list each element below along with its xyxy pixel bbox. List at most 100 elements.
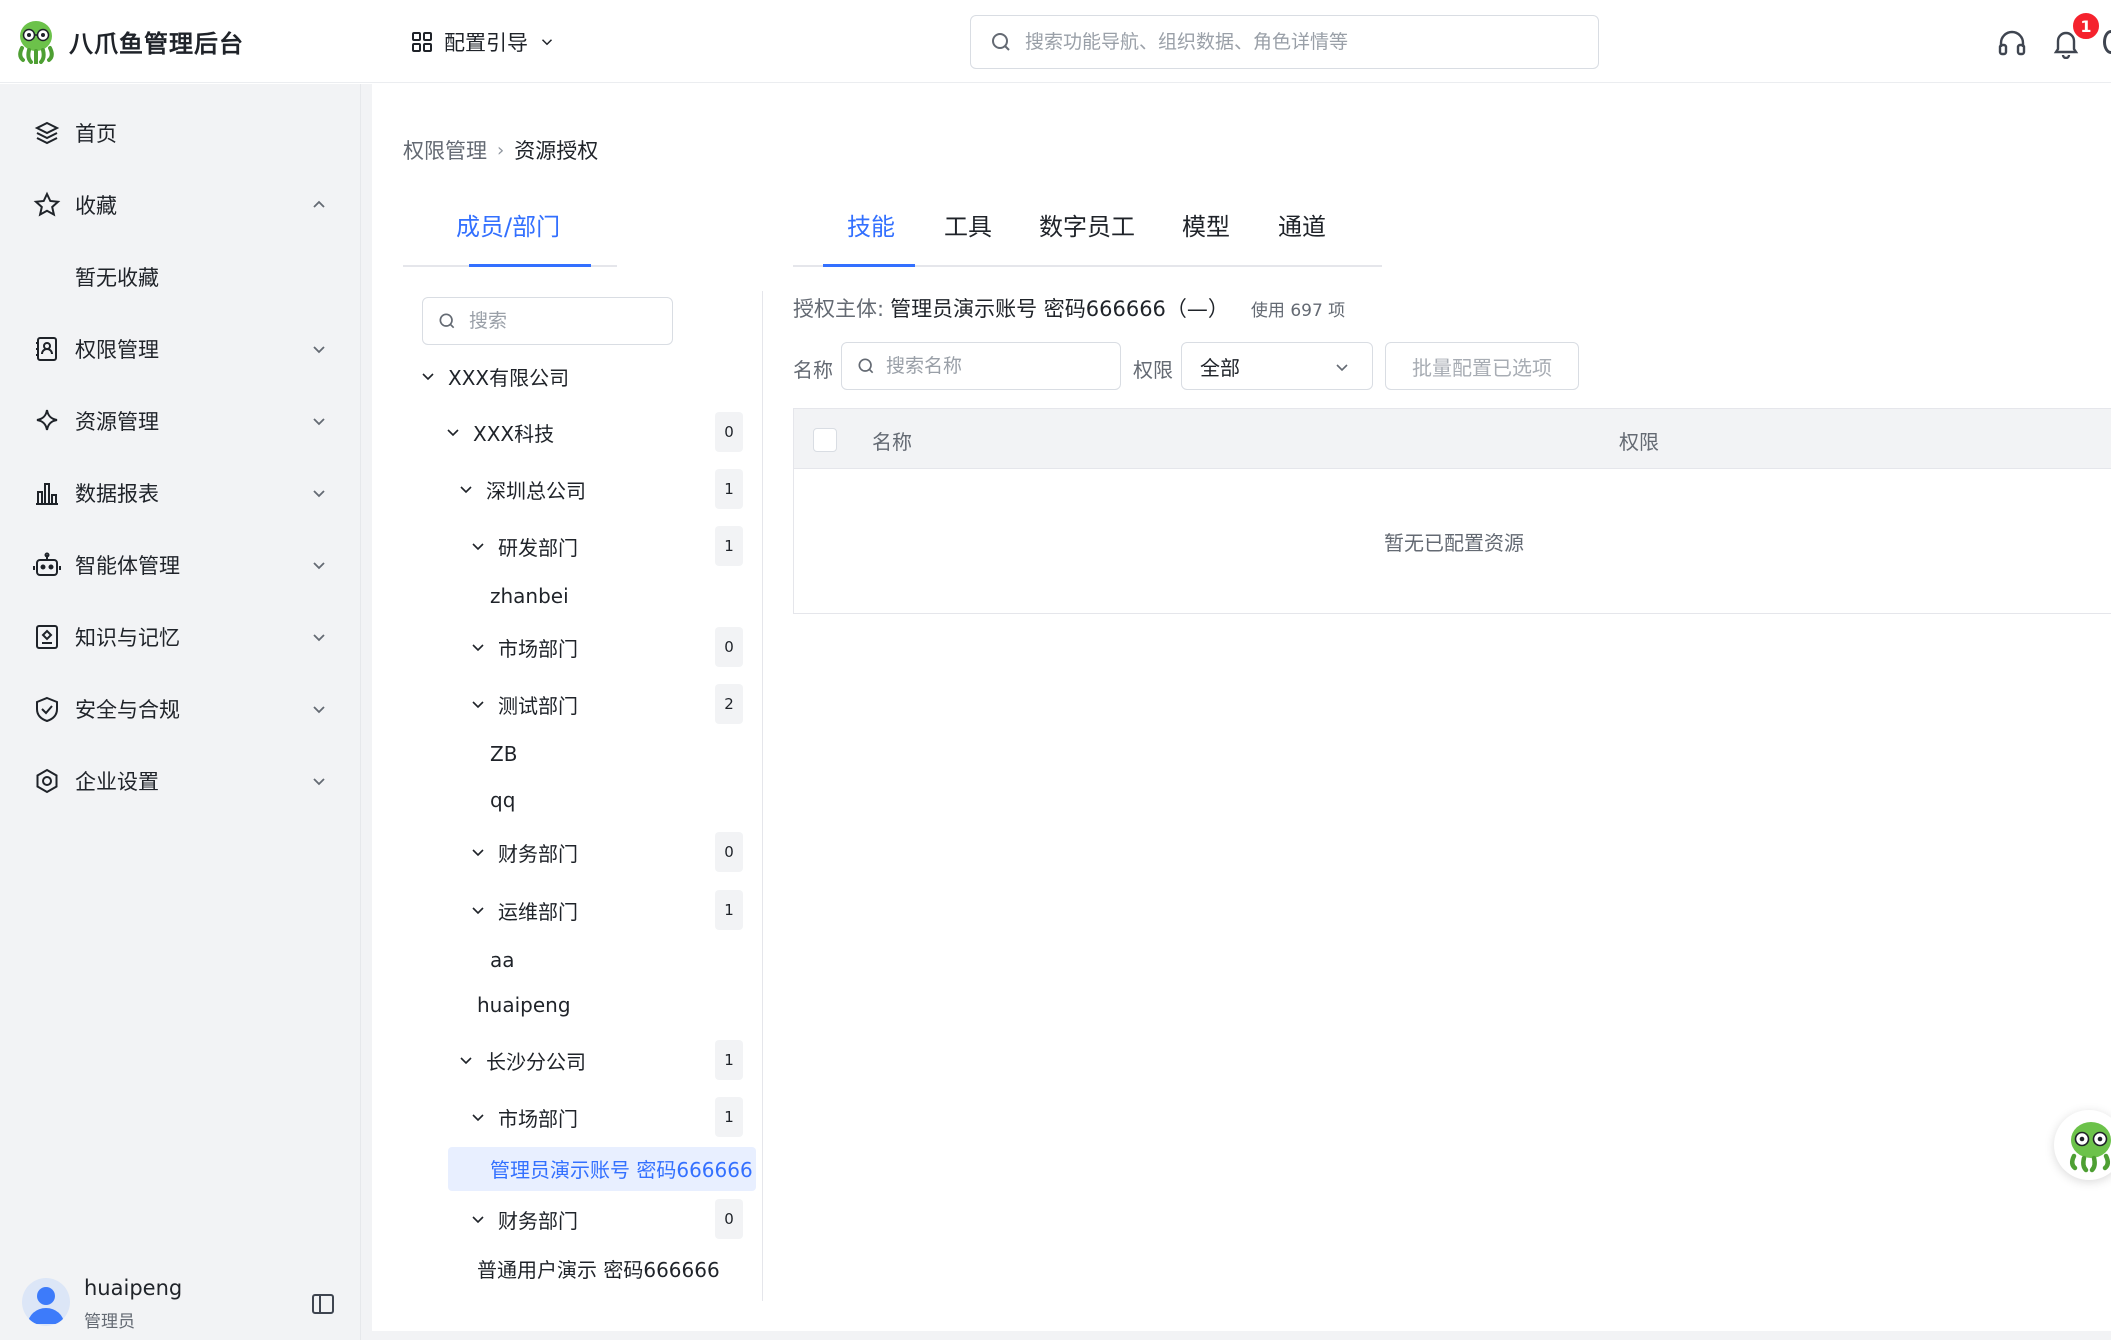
tree-node-label: 长沙分公司 [486,1049,586,1074]
tree-node[interactable]: zhanbei [490,576,569,616]
sidebar-item-security[interactable]: 安全与合规 [0,681,360,737]
star-icon [33,191,61,217]
user-avatar-icon [28,1287,64,1324]
tree-node[interactable]: aa [490,940,515,980]
sidebar-item-label: 收藏 [75,194,117,218]
member-count-badge: 1 [715,526,743,566]
active-tab-indicator [469,264,591,267]
favorites-empty-text: 暂无收藏 [75,266,159,290]
chevron-down-icon [313,778,325,786]
chevron-down-icon[interactable] [470,902,486,918]
panel-divider [762,291,763,1301]
tree-node[interactable]: 管理员演示账号 密码666666 [490,1148,753,1188]
chevron-down-icon[interactable] [470,1109,486,1125]
tree-node[interactable]: 市场部门 [470,627,578,667]
tree-node-label: 普通用户演示 密码666666 [477,1257,720,1282]
tab-skills[interactable]: 技能 [847,207,895,242]
knowledge-icon [36,625,58,649]
tree-node[interactable]: qq [490,780,515,820]
sidebar-collapse-icon[interactable] [310,1291,336,1317]
tree-node[interactable]: XXX有限公司 [420,356,569,396]
tree-node[interactable]: 财务部门 [470,1199,578,1239]
tree-node-label: 市场部门 [498,636,578,661]
global-search-box[interactable] [970,15,1599,69]
subject-label: 授权主体: [793,297,885,321]
tab-channels[interactable]: 通道 [1278,207,1326,242]
chevron-down-icon[interactable] [458,1052,474,1068]
subject-value: 管理员演示账号 密码666666（—） [890,297,1229,321]
tree-node[interactable]: 普通用户演示 密码666666 [477,1248,720,1288]
tab-members-departments[interactable]: 成员/部门 [403,195,617,267]
sidebar-item-enterprise-settings[interactable]: 企业设置 [0,753,360,809]
sidebar-item-agents[interactable]: 智能体管理 [0,537,360,593]
main-bottom-edge [372,1331,2111,1340]
sidebar-item-label: 智能体管理 [75,554,180,578]
shield-icon [36,696,58,723]
chevron-down-icon[interactable] [458,481,474,497]
select-all-checkbox[interactable] [813,428,837,452]
batch-config-button[interactable]: 批量配置已选项 [1385,342,1579,390]
member-count-badge: 0 [715,627,743,667]
permission-filter-label: 权限 [1133,358,1173,382]
sidebar-item-reports[interactable]: 数据报表 [0,465,360,521]
subject-usage-count: 使用 697 项 [1250,301,1346,321]
tree-node[interactable]: 运维部门 [470,890,578,930]
sidebar-item-favorites[interactable]: 收藏 [0,177,360,233]
tree-node[interactable]: XXX科技 [445,412,554,452]
permission-select-value: 全部 [1200,355,1240,380]
chevron-down-icon [313,562,325,570]
table-header: 名称 权限 [794,409,2111,469]
member-count-badge: 1 [715,469,743,509]
chevron-down-icon[interactable] [445,424,461,440]
member-search-box[interactable] [422,297,673,345]
member-count-badge: 1 [715,890,743,930]
global-search-input[interactable] [1025,31,1565,53]
sidebar-item-permissions[interactable]: 权限管理 [0,321,360,377]
sidebar-item-knowledge[interactable]: 知识与记忆 [0,609,360,665]
active-tab-indicator [823,264,915,267]
resource-table: 名称 权限 暂无已配置资源 [793,408,2111,614]
tree-node-label: ZB [490,742,518,766]
avatar[interactable] [22,1278,70,1326]
tree-node[interactable]: 深圳总公司 [458,469,586,509]
name-search-box[interactable] [841,342,1121,390]
tree-node[interactable]: 财务部门 [470,832,578,872]
octopus-logo-icon[interactable] [14,18,58,64]
tab-tools[interactable]: 工具 [944,207,992,242]
tree-node-label: 研发部门 [498,535,578,560]
tab-label: 成员/部门 [456,213,561,241]
tree-node[interactable]: 长沙分公司 [458,1040,586,1080]
sidebar-item-label: 资源管理 [75,410,159,434]
chevron-down-icon[interactable] [470,1211,486,1227]
resource-tabs: 技能 工具 数字员工 模型 通道 [793,195,1382,267]
tree-node-label: XXX科技 [473,421,555,446]
member-search-input[interactable] [469,310,649,332]
chevron-down-icon[interactable] [420,368,436,384]
tree-node[interactable]: 测试部门 [470,684,578,724]
top-header: 八爪鱼管理后台 配置引导 1 [0,0,2111,83]
chevron-down-icon[interactable] [470,696,486,712]
tree-node[interactable]: ZB [490,734,517,774]
name-search-input[interactable] [886,355,1106,377]
tree-node[interactable]: 研发部门 [470,526,578,566]
chevron-down-icon [313,490,325,498]
permission-select[interactable]: 全部 [1181,342,1373,390]
tree-node[interactable]: huaipeng [477,985,571,1025]
tab-models[interactable]: 模型 [1182,207,1230,242]
tab-digital-employees[interactable]: 数字员工 [1039,207,1135,242]
breadcrumb-item-permissions[interactable]: 权限管理 [403,135,487,165]
headset-support-icon[interactable] [1996,27,2028,59]
member-count-badge: 0 [715,412,743,452]
tree-node-label: aa [490,948,515,972]
sidebar-item-home[interactable]: 首页 [0,105,360,161]
user-menu-icon[interactable] [2103,30,2111,54]
chevron-down-icon[interactable] [470,538,486,554]
tree-node-label: 管理员演示账号 密码666666 [490,1157,753,1182]
config-guide-dropdown[interactable]: 配置引导 [410,26,556,58]
chevron-down-icon[interactable] [470,844,486,860]
tree-node[interactable]: 市场部门 [470,1097,578,1137]
chevron-down-icon [313,706,325,714]
sidebar-item-resources[interactable]: 资源管理 [0,393,360,449]
chevron-down-icon[interactable] [470,639,486,655]
sidebar-item-label: 首页 [75,122,117,146]
